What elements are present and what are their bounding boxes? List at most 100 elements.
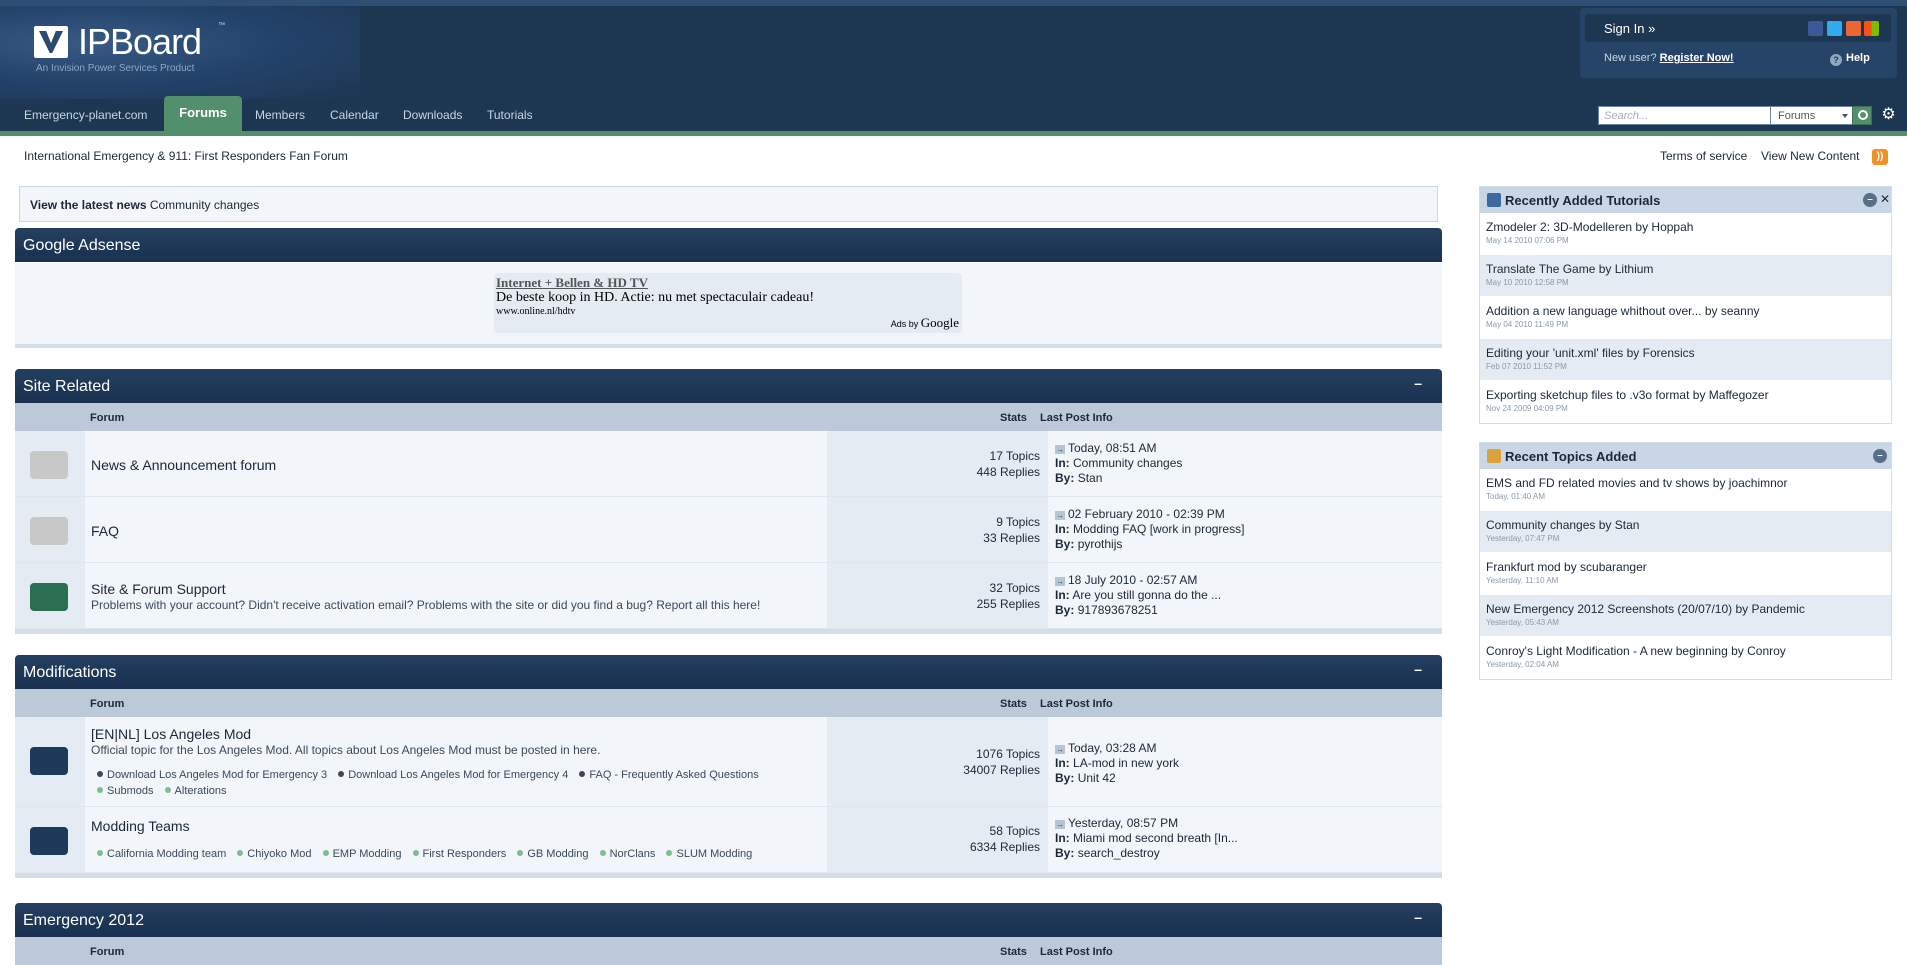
go-to-post-icon[interactable]: → [1055,445,1065,454]
forum-icon-cell [15,717,85,806]
topic-link[interactable]: New Emergency 2012 Screenshots (20/07/10… [1486,602,1885,616]
forum-icon-cell [15,807,85,872]
tab-members[interactable]: Members [255,108,305,122]
tab-calendar[interactable]: Calendar [330,108,379,122]
forum-title[interactable]: Site & Forum Support [91,581,226,597]
subforum-link[interactable]: NorClans [610,848,656,860]
last-post-author[interactable]: pyrothijs [1078,537,1123,551]
topic-link[interactable]: EMS and FD related movies and tv shows b… [1486,476,1885,490]
subforum-link[interactable]: Alterations [175,785,227,797]
tab-downloads[interactable]: Downloads [403,108,462,122]
forum-title[interactable]: Modding Teams [91,818,190,834]
register-link[interactable]: Register Now! [1660,52,1734,64]
folder-icon [30,747,68,775]
sign-in-link[interactable]: Sign In » [1604,21,1655,36]
ad-url[interactable]: www.online.nl/hdtv [496,306,575,317]
minimize-icon[interactable]: – [1873,449,1887,463]
tab-emergency-planet[interactable]: Emergency-planet.com [24,108,147,122]
tab-tutorials[interactable]: Tutorials [487,108,533,122]
logo-name: IPBoard [78,21,202,62]
forum-row: FAQ 9 Topics 33 Replies → 02 February 201… [15,497,1442,563]
forum-title[interactable]: [EN|NL] Los Angeles Mod [91,726,251,742]
subforum-link[interactable]: Submods [107,785,153,797]
last-post-topic[interactable]: Modding FAQ [work in progress] [1073,522,1244,536]
google-logo: Google [920,315,959,330]
subforum-link[interactable]: SLUM Modding [676,848,752,860]
topic-link[interactable]: Conroy's Light Modification - A new begi… [1486,644,1885,658]
collapse-icon[interactable]: – [1414,909,1422,925]
search-button[interactable] [1852,106,1872,125]
forum-title[interactable]: FAQ [91,523,119,539]
subforum-link[interactable]: EMP Modding [333,848,402,860]
go-to-post-icon[interactable]: → [1055,745,1065,754]
col-forum: Forum [90,412,125,424]
subforum-link[interactable]: First Responders [423,848,507,860]
item-date: Yesterday, 05:43 AM [1486,618,1559,627]
list-item: EMS and FD related movies and tv shows b… [1480,469,1891,511]
last-post-topic[interactable]: Are you still gonna do the ... [1072,588,1221,602]
tutorial-link[interactable]: Zmodeler 2: 3D-Modelleren by Hoppah [1486,220,1885,234]
subforum-link[interactable]: GB Modding [527,848,588,860]
windows-live-icon[interactable] [1864,21,1879,36]
category-title[interactable]: Site Related [23,378,110,395]
last-post-topic[interactable]: Community changes [1073,456,1182,470]
subforum-link[interactable]: Chiyoko Mod [247,848,311,860]
search-scope-select[interactable]: Forums [1770,106,1853,125]
sign-in-bar[interactable]: Sign In » [1585,14,1891,42]
tutorial-link[interactable]: Editing your 'unit.xml' files by Forensi… [1486,346,1885,360]
view-new-content-link[interactable]: View New Content [1761,149,1860,163]
subforum-link[interactable]: Download Los Angeles Mod for Emergency 4 [348,769,568,781]
subforum-bullet-icon [97,787,103,793]
twitter-icon[interactable] [1827,21,1842,36]
tutorial-link[interactable]: Translate The Game by Lithium [1486,262,1885,276]
subforum-bullet-icon [237,850,244,856]
col-stats: Stats [1000,412,1027,424]
tab-forums[interactable]: Forums [164,96,242,136]
rss-icon[interactable]: )) [1872,149,1888,165]
go-to-post-icon[interactable]: → [1055,577,1065,586]
topic-link[interactable]: Community changes by Stan [1486,518,1885,532]
tutorial-link[interactable]: Exporting sketchup files to .v3o format … [1486,388,1885,402]
item-date: Yesterday, 02:04 AM [1486,660,1559,669]
forum-title[interactable]: News & Announcement forum [91,457,276,473]
last-post-author[interactable]: Stan [1078,471,1103,485]
last-post-author[interactable]: search_destroy [1078,846,1160,860]
minimize-icon[interactable]: – [1863,193,1877,207]
list-item: Frankfurt mod by scubaranger Yesterday, 1… [1480,553,1891,595]
ad-title[interactable]: Internet + Bellen & HD TV [496,275,648,291]
ad-unit[interactable]: Internet + Bellen & HD TV De beste koop … [494,273,962,333]
category-title[interactable]: Modifications [23,664,116,681]
collapse-icon[interactable]: – [1414,375,1422,391]
terms-of-service-link[interactable]: Terms of service [1660,149,1747,163]
last-post-author[interactable]: Unit 42 [1078,771,1116,785]
forum-row: Site & Forum Support Problems with your … [15,563,1442,629]
last-post-topic[interactable]: Miami mod second breath [In... [1073,831,1238,845]
openid-icon[interactable] [1846,21,1861,36]
gear-icon[interactable]: ⚙ [1880,106,1897,123]
subforum-link[interactable]: Download Los Angeles Mod for Emergency 3 [107,769,327,781]
tutorial-link[interactable]: Addition a new language whithout over...… [1486,304,1885,318]
subforum-link[interactable]: FAQ - Frequently Asked Questions [589,769,758,781]
list-item: New Emergency 2012 Screenshots (20/07/10… [1480,595,1891,637]
subforum-bullet-icon [164,787,171,793]
help-link[interactable]: ? Help [1830,52,1870,66]
category-footer [15,629,1442,634]
stats-cell: 17 Topics 448 Replies [827,431,1048,496]
ads-by-google[interactable]: Ads by Google [891,315,959,331]
list-item: Conroy's Light Modification - A new begi… [1480,637,1891,679]
breadcrumb[interactable]: International Emergency & 911: First Res… [24,149,348,163]
category-title[interactable]: Emergency 2012 [23,912,144,929]
topic-link[interactable]: Frankfurt mod by scubaranger [1486,560,1885,574]
facebook-icon[interactable] [1808,21,1823,36]
search-input[interactable]: Search... [1598,106,1771,125]
collapse-icon[interactable]: – [1414,661,1422,677]
item-date: Today, 01:40 AM [1486,492,1545,501]
latest-news-link[interactable]: Community changes [150,198,259,212]
ipboard-logo[interactable]: IPBoard ™ An Invision Power Services Pro… [34,21,234,82]
go-to-post-icon[interactable]: → [1055,511,1065,520]
go-to-post-icon[interactable]: → [1055,820,1065,829]
last-post-author[interactable]: 917893678251 [1078,603,1158,617]
subforum-link[interactable]: California Modding team [107,848,226,860]
last-post-topic[interactable]: LA-mod in new york [1073,756,1179,770]
close-icon[interactable]: ✕ [1880,192,1890,206]
